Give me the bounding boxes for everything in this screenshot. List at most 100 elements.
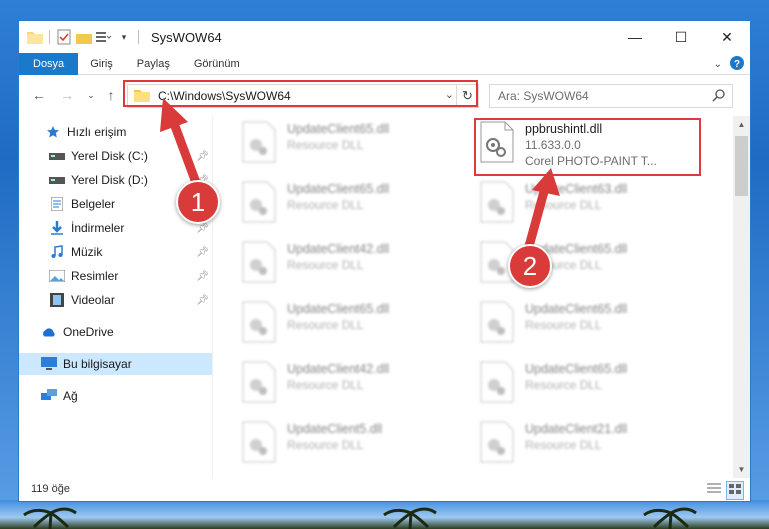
navigation-pane: Hızlı erişim Yerel Disk (C:) 📌︎ Yerel Di… xyxy=(19,116,213,478)
sidebar-item-label: Ağ xyxy=(63,389,78,403)
tab-paylas[interactable]: Paylaş xyxy=(125,53,182,75)
computer-icon xyxy=(41,356,57,372)
file-name: UpdateClient63.dll xyxy=(525,182,628,196)
sidebar-item-network[interactable]: Ağ xyxy=(41,385,205,407)
window-controls: — ☐ ✕ xyxy=(612,21,750,53)
pin-icon[interactable]: 📌︎ xyxy=(196,247,209,258)
sidebar-item-quick-access[interactable]: Hızlı erişim xyxy=(45,121,205,143)
pin-icon[interactable]: 📌︎ xyxy=(196,295,209,306)
details-view-icon[interactable] xyxy=(706,481,722,500)
list-item[interactable]: UpdateClient65.dll Resource DLL xyxy=(237,298,457,354)
customize-icon[interactable] xyxy=(96,29,112,45)
sidebar-item-label: Bu bilgisayar xyxy=(63,357,132,371)
new-folder-icon[interactable] xyxy=(76,29,92,45)
videos-icon xyxy=(49,292,65,308)
sidebar-item-videos[interactable]: Videolar 📌︎ xyxy=(49,289,209,311)
chevron-down-icon[interactable]: ⌄ xyxy=(714,59,722,70)
folder-icon xyxy=(27,29,43,45)
file-name: UpdateClient65.dll xyxy=(287,122,390,136)
close-button[interactable]: ✕ xyxy=(704,21,750,53)
star-icon xyxy=(45,124,61,140)
minimize-button[interactable]: — xyxy=(612,21,658,53)
palm-tree-icon xyxy=(23,507,77,529)
forward-arrow-icon[interactable]: → xyxy=(57,85,77,105)
dll-file-icon xyxy=(475,298,519,346)
tiles-view-icon[interactable] xyxy=(726,481,744,500)
documents-icon xyxy=(49,196,65,212)
drive-icon xyxy=(49,148,65,164)
sidebar-item-label: Videolar xyxy=(71,293,115,307)
sidebar-item-local-disk-c[interactable]: Yerel Disk (C:) 📌︎ xyxy=(49,145,209,167)
sidebar-item-label: Belgeler xyxy=(71,197,116,211)
file-name: UpdateClient65.dll xyxy=(525,302,628,316)
list-item[interactable]: UpdateClient42.dll Resource DLL xyxy=(237,238,457,294)
sidebar-item-onedrive[interactable]: OneDrive xyxy=(41,321,205,343)
properties-icon[interactable] xyxy=(56,29,72,45)
tab-giris[interactable]: Giriş xyxy=(78,53,125,75)
desktop-background xyxy=(0,500,769,529)
search-input[interactable]: Ara: SysWOW64 xyxy=(489,84,733,108)
sidebar-item-label: Resimler xyxy=(71,269,119,283)
cloud-icon xyxy=(41,324,57,340)
palm-tree-icon xyxy=(383,507,437,529)
up-arrow-icon[interactable]: ↑ xyxy=(101,85,121,105)
tab-dosya[interactable]: Dosya xyxy=(19,52,79,75)
file-type: Resource DLL xyxy=(525,378,602,392)
file-type: Resource DLL xyxy=(287,438,364,452)
file-name: UpdateClient65.dll xyxy=(287,182,390,196)
sidebar-item-label: Hızlı erişim xyxy=(67,125,127,139)
sidebar-item-pictures[interactable]: Resimler 📌︎ xyxy=(49,265,209,287)
sidebar-item-this-pc[interactable]: Bu bilgisayar xyxy=(19,353,212,375)
file-name: UpdateClient42.dll xyxy=(287,242,390,256)
list-item[interactable]: UpdateClient65.dll Resource DLL xyxy=(237,178,457,234)
list-item[interactable]: UpdateClient42.dll Resource DLL xyxy=(237,358,457,414)
dll-file-icon xyxy=(475,358,519,406)
network-icon xyxy=(41,388,57,404)
dll-file-icon xyxy=(237,118,281,166)
separator xyxy=(49,30,50,44)
sidebar-item-label: Müzik xyxy=(71,245,103,259)
pin-icon[interactable]: 📌︎ xyxy=(196,151,209,162)
maximize-button[interactable]: ☐ xyxy=(658,21,704,53)
dll-file-icon xyxy=(237,298,281,346)
window-title: SysWOW64 xyxy=(151,29,222,45)
file-type: Resource DLL xyxy=(287,138,364,152)
list-item[interactable]: UpdateClient65.dll Resource DLL xyxy=(475,298,695,354)
address-highlight-box xyxy=(123,80,478,107)
dll-file-icon xyxy=(475,178,519,226)
list-item[interactable]: UpdateClient63.dll Resource DLL xyxy=(475,178,695,234)
pin-icon[interactable]: 📌︎ xyxy=(196,271,209,282)
dll-file-icon xyxy=(237,418,281,466)
file-type: Resource DLL xyxy=(525,438,602,452)
sidebar-item-label: Yerel Disk (C:) xyxy=(71,149,148,163)
scroll-up-icon[interactable]: ▲ xyxy=(733,116,750,133)
scrollbar-thumb[interactable] xyxy=(735,136,748,196)
title-bar: ▾ SysWOW64 — ☐ ✕ xyxy=(19,21,750,53)
recent-locations-icon[interactable]: ⌄ xyxy=(81,85,101,105)
sidebar-item-label: Yerel Disk (D:) xyxy=(71,173,148,187)
list-item[interactable]: UpdateClient65.dll Resource DLL xyxy=(475,358,695,414)
help-icon[interactable]: ? xyxy=(730,56,744,73)
drive-icon xyxy=(49,172,65,188)
file-name: UpdateClient65.dll xyxy=(525,362,628,376)
file-type: Resource DLL xyxy=(287,198,364,212)
sidebar-item-music[interactable]: Müzik 📌︎ xyxy=(49,241,209,263)
list-item[interactable]: UpdateClient65.dll Resource DLL xyxy=(237,118,457,174)
back-arrow-icon[interactable]: ← xyxy=(29,85,49,105)
list-item[interactable]: UpdateClient21.dll Resource DLL xyxy=(475,418,695,474)
vertical-scrollbar[interactable]: ▲ ▼ xyxy=(733,116,750,478)
step-badge-2: 2 xyxy=(508,244,552,288)
chevron-down-icon[interactable]: ▾ xyxy=(116,29,132,45)
pin-icon[interactable]: 📌︎ xyxy=(196,223,209,234)
dll-file-icon xyxy=(475,418,519,466)
status-bar: 119 öğe xyxy=(19,476,750,501)
search-placeholder: Ara: SysWOW64 xyxy=(498,89,589,103)
dll-file-icon xyxy=(237,238,281,286)
music-icon xyxy=(49,244,65,260)
tab-gorunum[interactable]: Görünüm xyxy=(182,53,252,75)
file-name: UpdateClient65.dll xyxy=(287,302,390,316)
search-icon[interactable] xyxy=(712,88,726,105)
file-type: Resource DLL xyxy=(287,258,364,272)
ribbon-tabs: Dosya Giriş Paylaş Görünüm ⌄ ? xyxy=(19,52,750,75)
list-item[interactable]: UpdateClient5.dll Resource DLL xyxy=(237,418,457,474)
